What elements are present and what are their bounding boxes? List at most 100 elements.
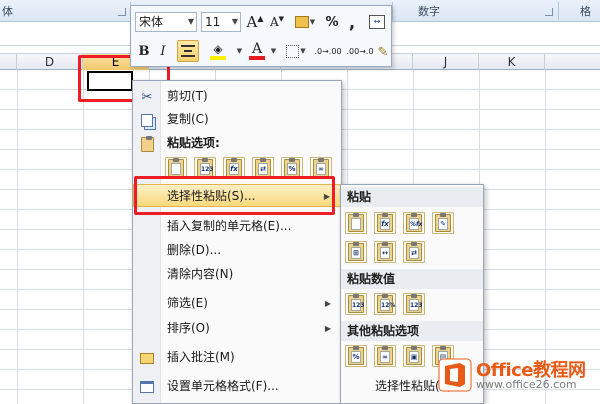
- font-group-launcher-icon[interactable]: [118, 8, 126, 16]
- menu-item-insert-comment-label: 插入批注(M): [167, 350, 235, 364]
- copy-icon: [139, 112, 155, 128]
- comma-icon: ,: [348, 12, 356, 32]
- paste-picture-icon[interactable]: ▣: [403, 345, 425, 367]
- ribbon-separator: [558, 2, 559, 20]
- chevron-down-icon: ▼: [300, 47, 306, 55]
- italic-icon: I: [160, 43, 166, 59]
- paste-icon: [139, 135, 155, 152]
- increase-decimal-button[interactable]: .0→.00: [313, 42, 343, 62]
- menu-item-insert-comment[interactable]: 插入批注(M): [133, 346, 341, 369]
- select-all-corner[interactable]: [0, 54, 17, 70]
- merge-center-button[interactable]: ↔: [367, 12, 387, 32]
- merge-icon: ↔: [369, 15, 385, 29]
- fill-color-swatch: [210, 55, 226, 60]
- menu-item-copy[interactable]: 复制(C): [133, 108, 341, 131]
- menu-item-cut-label: 剪切(T): [167, 89, 208, 103]
- mini-toolbar: 宋体 ▼ 11 ▼ A▲ A▼ ▼ % , ↔ B I ◈ ▼ A ▼ ▼: [130, 5, 392, 67]
- keep-source-formatting-icon[interactable]: ✎: [432, 212, 454, 234]
- bold-icon: B: [138, 43, 150, 59]
- center-align-icon: [181, 45, 195, 57]
- fill-color-dropdown[interactable]: ▼: [235, 40, 243, 62]
- grow-font-icon: A: [246, 13, 258, 31]
- paste-formatting-icon[interactable]: %: [345, 345, 367, 367]
- values-number-formatting-icon[interactable]: 12%: [374, 293, 396, 315]
- submenu-values-header: 粘贴数值: [341, 269, 483, 289]
- font-color-icon: A: [251, 41, 263, 57]
- fill-color-button[interactable]: ◈: [203, 40, 233, 62]
- percent-style-button[interactable]: %: [323, 12, 341, 32]
- menu-item-clear-contents[interactable]: 清除内容(N): [133, 263, 341, 286]
- comment-icon: [139, 350, 155, 366]
- menu-item-filter[interactable]: 筛选(E) ▶: [133, 292, 341, 315]
- chevron-down-icon: ▼: [187, 17, 194, 26]
- menu-item-cut[interactable]: ✂ 剪切(T): [133, 85, 341, 108]
- no-borders-icon[interactable]: ⊞: [345, 241, 367, 263]
- keep-column-widths-icon[interactable]: ↔: [374, 241, 396, 263]
- transpose-icon[interactable]: ⇄: [403, 241, 425, 263]
- chevron-down-icon: ▼: [236, 47, 243, 55]
- font-color-button[interactable]: A: [245, 40, 269, 62]
- menu-item-delete[interactable]: 删除(D)...: [133, 239, 341, 262]
- down-arrow-icon: ▼: [278, 14, 285, 23]
- office-logo-icon: [438, 358, 472, 392]
- submenu-paste-header: 粘贴: [341, 187, 483, 207]
- paste-options-header-row: 粘贴选项:: [133, 132, 341, 155]
- up-arrow-icon: ▲: [257, 13, 264, 23]
- font-name-combo[interactable]: 宋体 ▼: [135, 12, 197, 32]
- column-header-j[interactable]: J: [413, 54, 479, 70]
- submenu-arrow-icon: ▶: [324, 299, 331, 308]
- format-painter-button[interactable]: ✎: [375, 42, 391, 62]
- menu-item-sort-label: 排序(O): [167, 321, 210, 335]
- font-size-combo[interactable]: 11 ▼: [201, 12, 241, 32]
- column-header-next[interactable]: [545, 54, 600, 70]
- values-source-formatting-icon[interactable]: 123: [403, 293, 425, 315]
- formulas-number-formatting-icon[interactable]: %fx: [403, 212, 425, 234]
- menu-item-insert-copied-label: 插入复制的单元格(E)...: [167, 219, 292, 233]
- menu-item-delete-label: 删除(D)...: [167, 243, 222, 257]
- bold-button[interactable]: B: [135, 40, 153, 62]
- column-header-k[interactable]: K: [479, 54, 545, 70]
- shrink-font-button[interactable]: A ▼: [267, 12, 287, 32]
- number-group-launcher-icon[interactable]: [545, 8, 553, 16]
- menu-item-sort[interactable]: 排序(O) ▶: [133, 317, 341, 340]
- format-painter-icon: ✎: [377, 44, 389, 60]
- chevron-down-icon: ▼: [309, 18, 316, 26]
- accounting-format-button[interactable]: ▼: [291, 12, 319, 32]
- menu-item-copy-label: 复制(C): [167, 112, 209, 126]
- submenu-other-header: 其他粘贴选项: [341, 321, 483, 341]
- italic-button[interactable]: I: [155, 40, 171, 62]
- format-cells-icon: [139, 379, 155, 395]
- context-menu: ✂ 剪切(T) 复制(C) 粘贴选项: 123 fx ⇄ % ∞ 选择性粘贴(S…: [132, 80, 342, 404]
- font-name-value: 宋体: [139, 15, 164, 29]
- font-size-value: 11: [205, 15, 221, 29]
- grow-font-button[interactable]: A ▲: [245, 12, 265, 32]
- borders-button[interactable]: ▼: [283, 40, 309, 62]
- ribbon-font-group-fragment: 体: [2, 5, 13, 18]
- chevron-down-icon: ▼: [231, 17, 238, 26]
- ribbon-styles-group-fragment: 格: [580, 5, 591, 18]
- percent-icon: %: [325, 14, 339, 30]
- menu-item-format-cells[interactable]: 设置单元格格式(F)...: [133, 375, 341, 398]
- paint-bucket-icon: ◈: [213, 41, 223, 56]
- center-align-button[interactable]: [177, 40, 199, 62]
- paste-icon[interactable]: [345, 212, 367, 234]
- number-group-label: 数字: [418, 5, 440, 18]
- shrink-font-icon: A: [269, 15, 279, 29]
- watermark: Office教程网 www.office26.com: [438, 354, 600, 400]
- highlight-box-paste-special: [134, 176, 335, 215]
- scissors-icon: ✂: [141, 89, 153, 105]
- paste-values-icon[interactable]: 123: [345, 293, 367, 315]
- menu-item-insert-copied-cells[interactable]: 插入复制的单元格(E)...: [133, 215, 341, 238]
- column-header-d[interactable]: D: [17, 54, 83, 70]
- decrease-decimal-icon: .00→.0: [346, 47, 374, 56]
- increase-decimal-icon: .0→.00: [314, 47, 342, 56]
- decrease-decimal-button[interactable]: .00→.0: [345, 42, 375, 62]
- paste-link-icon[interactable]: ∞: [374, 345, 396, 367]
- comma-style-button[interactable]: ,: [343, 12, 361, 32]
- font-color-dropdown[interactable]: ▼: [269, 40, 277, 62]
- paste-formulas-icon[interactable]: fx: [374, 212, 396, 234]
- submenu-arrow-icon: ▶: [324, 324, 331, 333]
- currency-icon: [294, 16, 309, 28]
- paste-options-header: 粘贴选项:: [167, 136, 220, 150]
- watermark-url: www.office26.com: [476, 378, 577, 391]
